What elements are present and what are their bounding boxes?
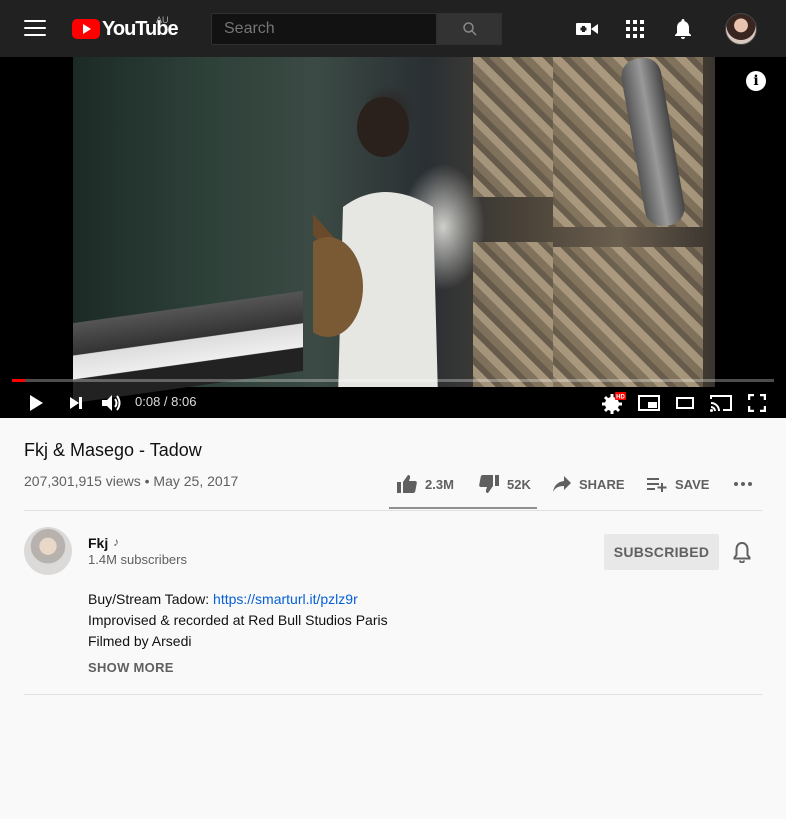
description-text: Buy/Stream Tadow: (88, 591, 214, 607)
more-actions-button[interactable] (733, 472, 761, 496)
time-display: 0:08 / 8:06 (135, 394, 197, 409)
miniplayer-icon (638, 395, 660, 411)
video-frame[interactable] (73, 57, 715, 404)
add-to-playlist-icon (647, 478, 667, 492)
dislike-button[interactable]: 52K (479, 472, 531, 496)
show-more-button[interactable]: SHOW MORE (88, 660, 174, 675)
menu-icon[interactable] (24, 20, 46, 38)
player-controls: 0:08 / 8:06 HD (0, 387, 786, 418)
share-button[interactable]: SHARE (553, 472, 625, 496)
channel-avatar[interactable] (24, 527, 72, 575)
save-label: SAVE (675, 476, 710, 492)
acoustic-panel (473, 57, 553, 197)
apps-icon[interactable] (623, 17, 647, 41)
progress-bar[interactable] (12, 379, 774, 382)
music-note-icon: ♪ (113, 535, 119, 549)
description-line: Filmed by Arsedi (88, 633, 192, 649)
subscribed-button[interactable]: SUBSCRIBED (604, 534, 719, 570)
fullscreen-icon (748, 394, 766, 412)
like-button[interactable]: 2.3M (397, 472, 454, 496)
progress-fill (12, 379, 25, 382)
search-input[interactable] (211, 13, 437, 45)
account-avatar[interactable] (725, 13, 757, 45)
next-icon (70, 397, 82, 409)
notification-bell-icon[interactable] (732, 541, 752, 568)
search-button[interactable] (437, 13, 502, 45)
next-button[interactable] (64, 391, 88, 415)
dislike-count: 52K (507, 476, 531, 492)
acoustic-panel (553, 247, 703, 387)
info-icon[interactable]: i (746, 71, 766, 91)
share-label: SHARE (579, 476, 625, 492)
theater-icon (676, 397, 694, 409)
view-count-date: 207,301,915 views • May 25, 2017 (24, 473, 239, 489)
play-button[interactable] (24, 391, 48, 415)
cast-icon (710, 395, 732, 412)
share-icon (553, 476, 571, 492)
video-player[interactable]: i 0:08 / 8:06 HD (0, 57, 786, 418)
channel-name[interactable]: Fkj (88, 535, 108, 551)
thumbs-down-icon (479, 475, 499, 493)
settings-button[interactable]: HD (601, 391, 627, 415)
theater-mode-button[interactable] (673, 391, 697, 415)
miniplayer-button[interactable] (637, 391, 661, 415)
region-label: AU (156, 15, 169, 25)
more-horizontal-icon (734, 482, 752, 486)
youtube-logo[interactable]: YouTube AU (72, 15, 179, 41)
volume-button[interactable] (99, 391, 125, 415)
divider (24, 694, 762, 695)
sentiment-bar (389, 507, 537, 509)
divider (24, 510, 762, 511)
cast-button[interactable] (708, 391, 734, 415)
acoustic-panel (473, 242, 553, 387)
video-title: Fkj & Masego - Tadow (24, 440, 202, 460)
search-icon (462, 22, 477, 36)
purchase-link[interactable]: https://smarturl.it/pzlz9r (213, 591, 358, 607)
notifications-icon[interactable] (671, 17, 695, 41)
create-video-icon[interactable] (575, 17, 599, 41)
volume-icon (102, 395, 121, 411)
save-button[interactable]: SAVE (647, 472, 709, 496)
subscriber-count: 1.4M subscribers (88, 552, 187, 567)
like-count: 2.3M (425, 476, 454, 492)
description-line: Improvised & recorded at Red Bull Studio… (88, 612, 388, 628)
hd-badge: HD (616, 395, 625, 401)
gear-icon: HD (602, 392, 626, 414)
fullscreen-button[interactable] (745, 391, 769, 415)
description-line: Buy/Stream Tadow: https://smarturl.it/pz… (88, 589, 358, 610)
youtube-play-icon (72, 19, 100, 39)
thumbs-up-icon (397, 475, 417, 493)
top-bar: YouTube AU (0, 0, 786, 57)
guitarist-figure (313, 97, 438, 387)
play-icon (30, 395, 43, 411)
